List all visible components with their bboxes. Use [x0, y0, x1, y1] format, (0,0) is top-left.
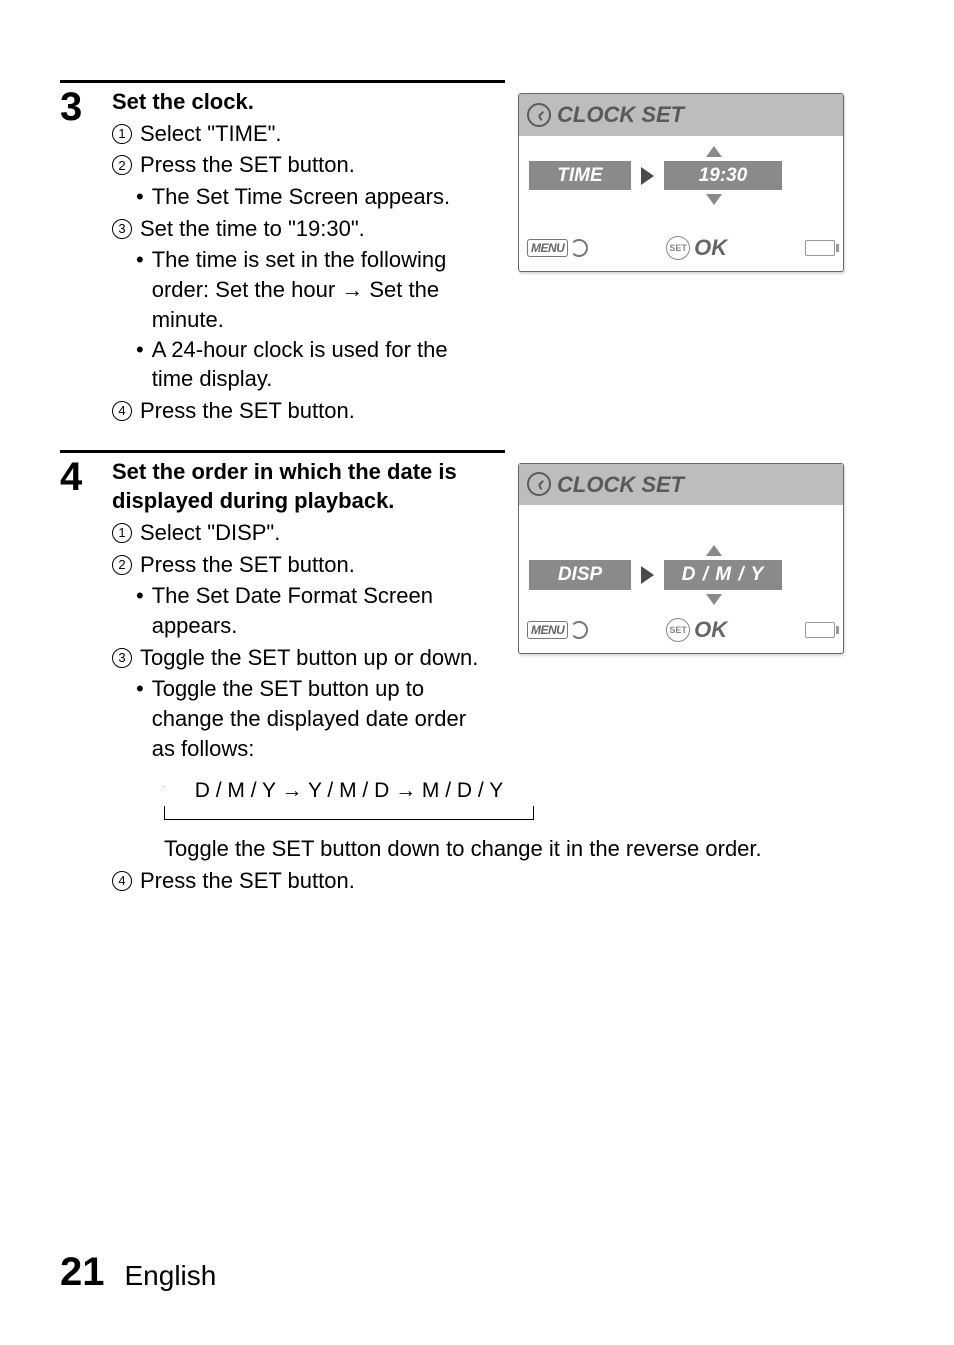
- play-icon: [641, 566, 654, 584]
- step3-sub3-b2: A 24-hour clock is used for the time dis…: [152, 335, 492, 394]
- up-arrow-icon: [706, 545, 722, 556]
- step4-sub2: Press the SET button.: [140, 550, 492, 580]
- screen2-field-label: DISP: [529, 560, 631, 590]
- step4-sub2-b1: The Set Date Format Screen appears.: [152, 581, 492, 640]
- cycle-text: D / M / Y → Y / M / D → M / D / Y: [164, 777, 534, 805]
- set-icon: SET: [666, 618, 690, 642]
- return-icon: [570, 239, 588, 257]
- clock-icon: [527, 472, 551, 496]
- down-arrow-icon: [706, 194, 722, 205]
- step3-sub3-b1: The time is set in the following order: …: [152, 245, 492, 334]
- step4-after-cycle: Toggle the SET button down to change it …: [164, 834, 894, 864]
- enum-2b: 2: [112, 555, 132, 575]
- screen1-title: CLOCK SET: [557, 100, 684, 130]
- ok-label: OK: [694, 233, 727, 263]
- step4-sub1: Select "DISP".: [140, 518, 492, 548]
- battery-icon: [805, 622, 835, 638]
- step4-sub3: Toggle the SET button up or down.: [140, 643, 492, 673]
- bullet-icon: •: [136, 245, 144, 275]
- bullet-icon: •: [136, 182, 144, 212]
- page-number: 21: [60, 1250, 105, 1295]
- up-arrow-icon: [706, 146, 722, 157]
- step-number-3: 3: [60, 87, 94, 127]
- step3-sub3: Set the time to "19:30".: [140, 214, 492, 244]
- ok-label: OK: [694, 615, 727, 645]
- step4-sub4: Press the SET button.: [140, 866, 894, 896]
- step4-title: Set the order in which the date is displ…: [112, 457, 492, 516]
- screen1-field-value: 19:30: [664, 161, 782, 191]
- screen2-title: CLOCK SET: [557, 470, 684, 500]
- return-icon: [570, 621, 588, 639]
- battery-icon: [805, 240, 835, 256]
- screen1-field-label: TIME: [529, 161, 631, 191]
- date-order-cycle: → D / M / Y → Y / M / D → M / D / Y: [164, 783, 534, 820]
- menu-badge: MENU: [527, 621, 568, 639]
- step3-sub1: Select "TIME".: [140, 119, 492, 149]
- clock-icon: [527, 103, 551, 127]
- clock-set-disp-screen: CLOCK SET DISP D / M / Y MENU: [518, 463, 844, 654]
- enum-3b: 3: [112, 648, 132, 668]
- step4-sub3-b1: Toggle the SET button up to change the d…: [152, 674, 492, 763]
- menu-badge: MENU: [527, 239, 568, 257]
- step3-title: Set the clock.: [112, 87, 492, 117]
- enum-1: 1: [112, 124, 132, 144]
- enum-1b: 1: [112, 523, 132, 543]
- screen2-field-value: D / M / Y: [664, 560, 782, 590]
- enum-4: 4: [112, 401, 132, 421]
- bullet-icon: •: [136, 335, 144, 365]
- bullet-icon: •: [136, 674, 144, 704]
- step3-sub4: Press the SET button.: [140, 396, 492, 426]
- down-arrow-icon: [706, 594, 722, 605]
- enum-3: 3: [112, 219, 132, 239]
- step3-sub2-b1: The Set Time Screen appears.: [152, 182, 450, 212]
- enum-4b: 4: [112, 871, 132, 891]
- enum-2: 2: [112, 155, 132, 175]
- step-number-4: 4: [60, 457, 94, 497]
- clock-set-time-screen: CLOCK SET TIME 19:30 ME: [518, 93, 844, 272]
- page-language: English: [125, 1260, 217, 1292]
- step3-sub2: Press the SET button.: [140, 150, 492, 180]
- bullet-icon: •: [136, 581, 144, 611]
- set-icon: SET: [666, 236, 690, 260]
- play-icon: [641, 167, 654, 185]
